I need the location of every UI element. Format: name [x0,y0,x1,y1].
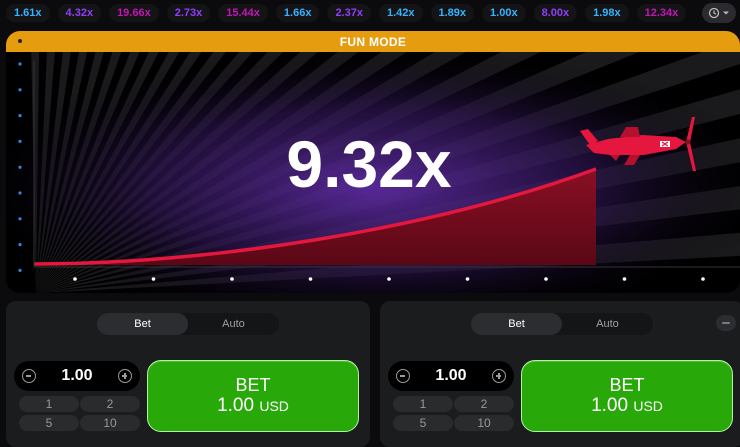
history-toggle-button[interactable] [702,3,736,23]
minus-icon[interactable] [22,369,36,383]
bet-button-value: 1.00 [217,395,255,416]
x-axis-dot [230,277,234,281]
history-item[interactable]: 19.66x [109,4,159,22]
history-item[interactable]: 1.42x [378,4,423,22]
bet-amount-stepper: 1.00 [14,361,140,391]
history-item[interactable]: 8.00x [533,4,578,22]
x-axis-dot [465,277,470,281]
chevron-down-icon [723,11,729,15]
quick-amount-button[interactable]: 1 [393,396,453,412]
bet-panel-2: Bet Auto 1.00 1 2 5 10 BET 1.00 USD [380,301,740,447]
quick-amount-button[interactable]: 5 [393,415,453,431]
bet-mode-tabs: Bet Auto [471,313,653,335]
bet-button-value: 1.00 [591,395,629,416]
bet-button-amount: 1.00 USD [591,395,663,417]
x-axis-dot [622,277,627,281]
bet-mode-tabs: Bet Auto [97,313,279,335]
plus-icon[interactable] [117,369,132,383]
history-item[interactable]: 1.61x [6,4,50,22]
minus-icon[interactable] [396,369,410,383]
y-axis-dot [18,114,22,118]
bet-amount-value[interactable]: 1.00 [435,367,466,385]
history-list: 1.61x 4.32x 19.66x 2.73x 15.44x 1.66x 2.… [0,4,702,22]
quick-amount-button[interactable]: 10 [80,415,140,431]
bet-button-label: BET [235,375,271,395]
bet-button-currency: USD [633,398,663,414]
bet-amount-value[interactable]: 1.00 [61,367,92,385]
x-axis-dot [308,277,313,281]
quick-amount-button[interactable]: 1 [19,396,79,412]
y-axis-dot [18,243,22,247]
history-item[interactable]: 1.98x [585,4,629,22]
current-multiplier: 9.32x [6,126,740,202]
history-item[interactable]: 15.44x [218,4,268,22]
history-item[interactable]: 12.34x [636,4,687,22]
plus-icon[interactable] [491,369,506,383]
history-icon [708,7,720,19]
bet-panel-1: Bet Auto 1.00 1 2 5 10 BET 1.00 USD [6,301,370,447]
fun-mode-banner: FUN MODE [6,31,740,52]
x-axis-dot [73,277,77,281]
bet-button-label: BET [609,375,645,395]
game-canvas: FUN MODE 9.32x [6,31,740,293]
bet-amount-stepper: 1.00 [388,361,514,391]
history-item[interactable]: 2.37x [327,4,371,22]
tab-bet[interactable]: Bet [471,313,562,335]
remove-panel-button[interactable] [716,315,736,331]
bet-button[interactable]: BET 1.00 USD [147,360,359,432]
quick-amount-button[interactable]: 10 [454,415,514,431]
history-item[interactable]: 1.66x [275,4,320,22]
history-item[interactable]: 2.73x [166,4,211,22]
quick-amount-button[interactable]: 2 [80,396,140,412]
y-axis-dot [18,88,22,92]
x-axis-dot [544,277,548,281]
x-axis-dot [387,277,391,281]
multiplier-history-bar: 1.61x 4.32x 19.66x 2.73x 15.44x 1.66x 2.… [0,0,740,26]
tab-bet[interactable]: Bet [97,313,188,335]
history-item[interactable]: 1.89x [430,4,475,22]
history-item[interactable]: 4.32x [57,4,102,22]
y-axis-dot [18,268,22,272]
y-axis-dot [18,217,22,221]
bet-button[interactable]: BET 1.00 USD [521,360,733,432]
tab-auto[interactable]: Auto [562,313,653,335]
tab-auto[interactable]: Auto [188,313,279,335]
y-axis-dot [18,62,22,66]
bet-button-amount: 1.00 USD [217,395,289,417]
multiplier-text: 9.32x [286,127,452,201]
quick-amount-button[interactable]: 2 [454,396,514,412]
quick-amount-button[interactable]: 5 [19,415,79,431]
x-axis-dot [151,277,156,281]
bet-button-currency: USD [259,398,289,414]
banner-dot [18,39,22,43]
history-item[interactable]: 1.00x [482,4,526,22]
x-axis-dot [701,277,705,281]
